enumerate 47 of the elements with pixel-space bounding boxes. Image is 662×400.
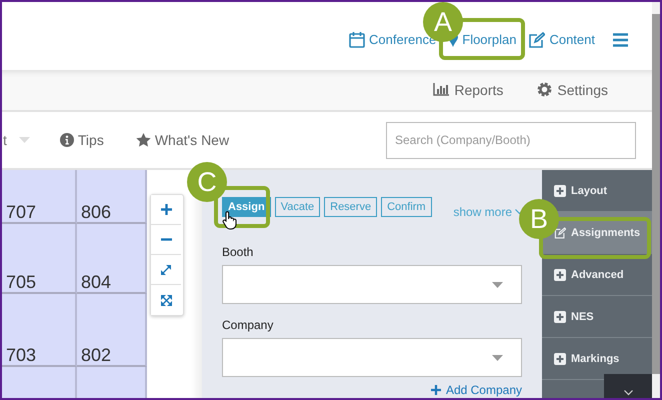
expand-icon [161, 264, 171, 274]
scrollbar[interactable] [652, 2, 660, 398]
dropdown-caret-icon [492, 354, 503, 360]
zoom-out-button[interactable] [151, 225, 181, 255]
toolbar-link[interactable]: What's New [136, 132, 230, 148]
plus-square-icon [554, 352, 566, 364]
select-field[interactable] [222, 265, 522, 304]
search-field[interactable]: Search (Company/Booth) [386, 122, 636, 159]
zoom-in-button[interactable] [151, 195, 181, 225]
action-button[interactable]: Vacate [274, 197, 320, 217]
expand-button[interactable] [151, 255, 181, 285]
edit-icon [554, 226, 566, 238]
plus-icon [430, 385, 441, 395]
calendar-icon [349, 31, 366, 48]
bar-chart-icon [433, 83, 450, 96]
edit-icon [528, 32, 546, 48]
nav-link[interactable]: Reports [433, 82, 504, 98]
plus-square-icon [554, 310, 566, 322]
zoom-in-icon [160, 204, 172, 215]
info-icon [60, 133, 74, 148]
action-button[interactable]: Reserve [324, 197, 378, 217]
star-icon [136, 133, 151, 148]
nav-link[interactable]: Content [549, 32, 595, 48]
zoom-out-icon [160, 238, 172, 241]
booth-cell[interactable]: 705 [2, 224, 77, 294]
field-label: Company [222, 318, 274, 332]
booth-cell[interactable]: 707 [2, 170, 77, 224]
action-button[interactable]: Confirm [381, 197, 432, 217]
fit-button[interactable] [151, 285, 181, 315]
toolbar-link[interactable]: Tips [60, 132, 104, 148]
fit-icon [160, 294, 172, 306]
add-company-link[interactable]: Add Company [222, 383, 522, 397]
nav-link[interactable]: Settings [537, 82, 608, 98]
action-button[interactable]: Assign [222, 197, 271, 217]
select-field[interactable] [222, 338, 522, 377]
field-label: Booth [222, 245, 254, 259]
plus-square-icon [554, 268, 566, 280]
caret-icon [18, 137, 30, 144]
dropdown-caret-icon [492, 282, 503, 288]
menu-icon[interactable] [613, 32, 628, 47]
hand-cursor-icon [222, 211, 237, 230]
chevron-down-icon [624, 390, 632, 396]
nav-link[interactable]: Floorplan [462, 32, 516, 48]
booth-cell[interactable]: 703 [2, 294, 77, 367]
settings-icon [537, 82, 552, 98]
toolbar-item[interactable]: t [3, 132, 7, 148]
plus-square-icon [554, 184, 566, 196]
